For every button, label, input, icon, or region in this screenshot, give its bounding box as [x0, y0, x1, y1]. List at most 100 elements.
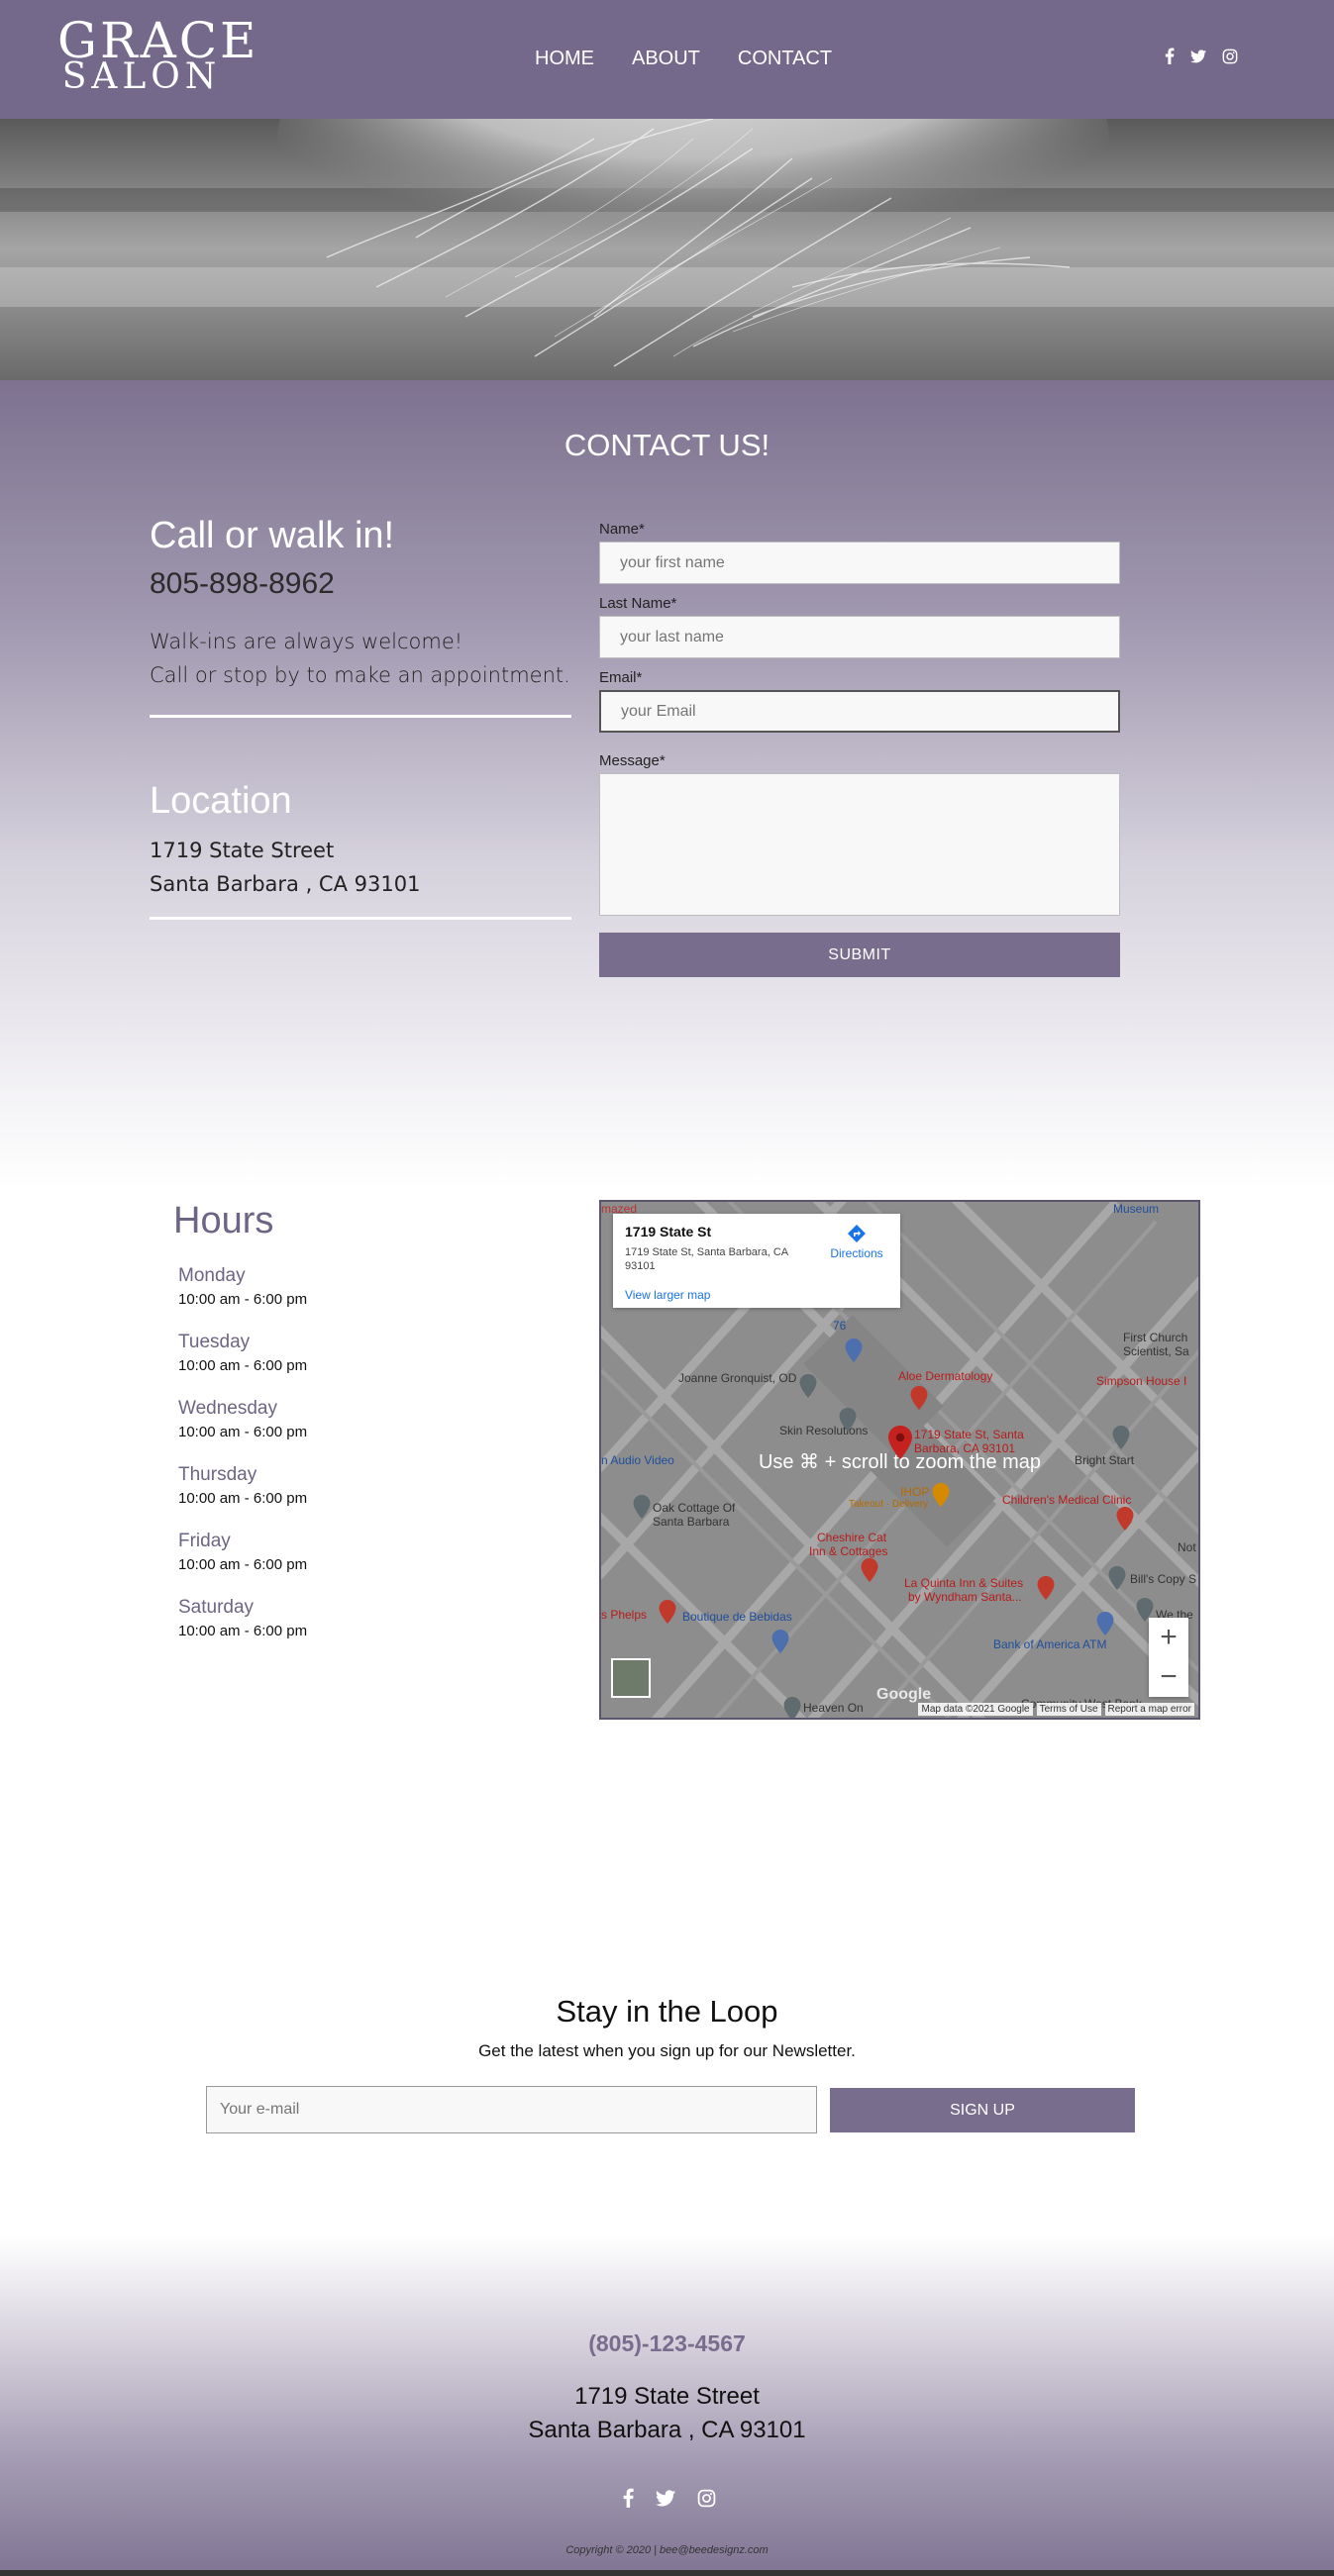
map-label: s Phelps [601, 1608, 648, 1622]
map-label: Scientist, Sa [1123, 1344, 1189, 1358]
map-label: Oak Cottage Of [653, 1501, 736, 1515]
terms-of-use-link[interactable]: Terms of Use [1036, 1703, 1101, 1716]
hours-heading: Hours [173, 1200, 274, 1241]
map-label: Bill's Copy S [1130, 1572, 1196, 1586]
hours-day: Tuesday [178, 1332, 251, 1352]
newsletter-email-input[interactable] [206, 2086, 817, 2133]
map-attribution: Map data ©2021 Google Terms of Use Repor… [918, 1703, 1194, 1716]
poi-pin-icon [1112, 1426, 1130, 1449]
hours-time: 10:00 am - 6:00 pm [178, 1623, 308, 1639]
poi-pin-icon [783, 1697, 801, 1718]
last-name-input[interactable] [599, 616, 1120, 658]
twitter-icon[interactable] [656, 2488, 675, 2508]
map-label: Simpson House I [1096, 1374, 1187, 1388]
report-map-error-link[interactable]: Report a map error [1104, 1703, 1194, 1716]
nav-about[interactable]: ABOUT [632, 48, 700, 70]
map-label: Boutique de Bebidas [682, 1610, 792, 1624]
hours-row: Tuesday 10:00 am - 6:00 pm [178, 1332, 475, 1398]
poi-pin-icon [861, 1558, 878, 1582]
poi-pin-icon [932, 1483, 950, 1507]
instagram-icon[interactable] [697, 2488, 716, 2508]
call-heading: Call or walk in! [150, 515, 395, 556]
divider [150, 917, 571, 920]
poi-pin-icon [839, 1408, 857, 1432]
hours-list: Monday 10:00 am - 6:00 pm Tuesday 10:00 … [178, 1265, 475, 1663]
map-label: Inn & Cottages [809, 1544, 888, 1558]
poi-pin-icon [910, 1386, 928, 1410]
satellite-toggle[interactable] [611, 1658, 651, 1698]
map-place-title: 1719 State St [625, 1224, 712, 1239]
map-label: Joanne Gronquist, OD [678, 1371, 797, 1385]
contact-phone[interactable]: 805-898-8962 [150, 567, 571, 601]
footer-social-links [623, 2488, 716, 2508]
address-line2: Santa Barbara , CA 93101 [150, 872, 421, 896]
directions-label: Directions [830, 1246, 883, 1260]
walk-line1: Walk-ins are always welcome! [150, 630, 463, 653]
footer-phone[interactable]: (805)-123-4567 [0, 2330, 1334, 2357]
contact-title: CONTACT US! [564, 428, 770, 462]
poi-pin-icon [845, 1338, 863, 1362]
directions-button[interactable]: Directions [827, 1224, 886, 1260]
twitter-icon[interactable] [1190, 48, 1206, 64]
nav-home[interactable]: HOME [535, 48, 594, 70]
location-heading: Location [150, 780, 292, 822]
map-label: Aloe Dermatology [898, 1369, 993, 1383]
google-logo: Google [876, 1686, 932, 1703]
map-zoom-controls: + − [1149, 1618, 1188, 1697]
hours-day: Saturday [178, 1597, 255, 1618]
facebook-icon[interactable] [1165, 48, 1175, 64]
poi-pin-icon [659, 1600, 676, 1624]
email-input[interactable] [599, 690, 1120, 733]
poi-pin-icon [1116, 1507, 1134, 1531]
newsletter-title: Stay in the Loop [556, 1994, 778, 2029]
instagram-icon[interactable] [1222, 48, 1238, 64]
hours-day: Thursday [178, 1464, 257, 1485]
map-label: 76 [833, 1319, 847, 1333]
view-larger-map-link[interactable]: View larger map [625, 1288, 710, 1302]
message-label: Message* [599, 752, 666, 769]
map-label: First Church [1123, 1331, 1188, 1344]
poi-pin-icon [771, 1630, 789, 1653]
facebook-icon[interactable] [623, 2488, 634, 2508]
map-label: Santa Barbara [653, 1515, 730, 1529]
map-info-card: 1719 State St 1719 State St, Santa Barba… [613, 1214, 900, 1308]
submit-button[interactable]: SUBMIT [599, 933, 1120, 977]
hours-time: 10:00 am - 6:00 pm [178, 1291, 308, 1308]
poi-pin-icon [1108, 1566, 1126, 1590]
map-label: by Wyndham Santa... [908, 1590, 1022, 1604]
first-name-input[interactable] [599, 542, 1120, 584]
map-label: 1719 State St, Santa [914, 1428, 1024, 1441]
hero-hair-image [0, 119, 1334, 380]
directions-icon [848, 1225, 866, 1242]
map-data-credit: Map data ©2021 Google [918, 1703, 1033, 1716]
zoom-out-button[interactable]: − [1149, 1657, 1188, 1697]
google-map-embed[interactable]: mazed Museum 76 Joanne Gronquist, OD Alo… [599, 1200, 1200, 1720]
walk-in-text: Walk-ins are always welcome! Call or sto… [150, 625, 571, 692]
hours-row: Saturday 10:00 am - 6:00 pm [178, 1597, 475, 1663]
hours-time: 10:00 am - 6:00 pm [178, 1357, 308, 1374]
name-label: Name* [599, 521, 645, 538]
footer-address: 1719 State Street Santa Barbara , CA 931… [0, 2380, 1334, 2447]
poi-pin-icon [633, 1495, 651, 1519]
map-label: IHOP [900, 1485, 930, 1499]
poi-pin-icon [799, 1374, 817, 1398]
salon-logo[interactable]: GRACE SALON [57, 16, 256, 95]
map-zoom-hint: Use ⌘ + scroll to zoom the map [758, 1451, 1042, 1473]
site-header: GRACE SALON HOME ABOUT CONTACT [0, 0, 1334, 119]
footer-address-line1: 1719 State Street [574, 2383, 760, 2410]
footer-address-line2: Santa Barbara , CA 93101 [528, 2417, 806, 2443]
hours-time: 10:00 am - 6:00 pm [178, 1490, 308, 1507]
map-label: Heaven On [803, 1701, 864, 1715]
message-textarea[interactable] [599, 773, 1120, 916]
map-label: La Quinta Inn & Suites [904, 1576, 1024, 1590]
poi-pin-icon [1037, 1576, 1055, 1600]
hours-row: Friday 10:00 am - 6:00 pm [178, 1531, 475, 1597]
nav-contact[interactable]: CONTACT [738, 48, 832, 70]
location-address: 1719 State Street Santa Barbara , CA 931… [150, 834, 420, 901]
copyright-text: Copyright © 2020 | bee@beedesignz.com [565, 2544, 769, 2556]
hours-row: Monday 10:00 am - 6:00 pm [178, 1265, 475, 1332]
signup-button[interactable]: SIGN UP [830, 2088, 1135, 2132]
hours-day: Monday [178, 1265, 246, 1286]
map-label: Children's Medical Clinic [1002, 1493, 1132, 1507]
zoom-in-button[interactable]: + [1149, 1618, 1188, 1657]
